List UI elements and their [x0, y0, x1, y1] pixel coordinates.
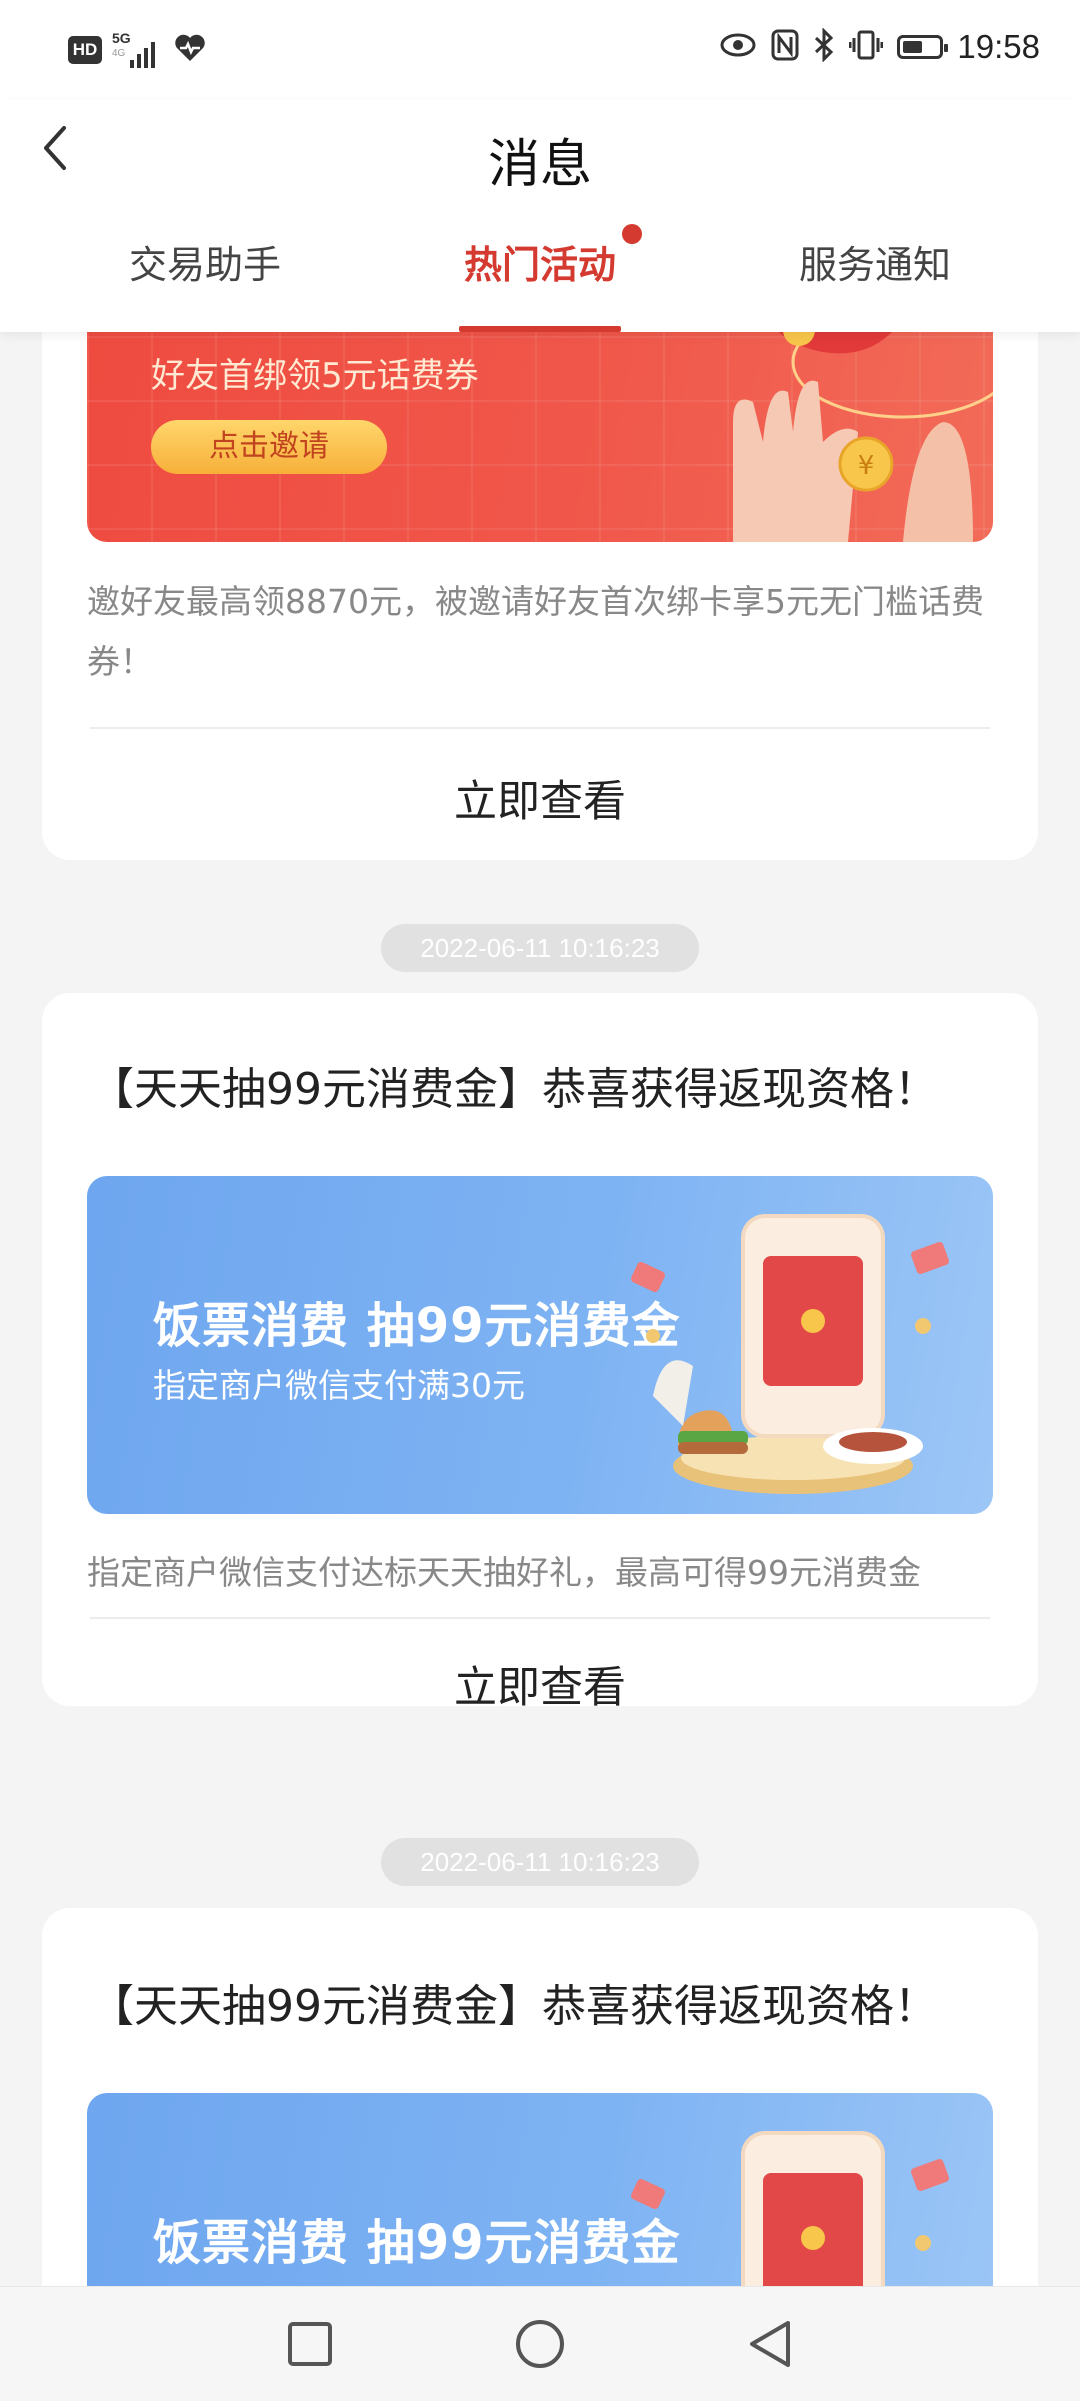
- health-heart-icon: [174, 33, 206, 67]
- eye-icon: [719, 31, 757, 63]
- svg-text:¥: ¥: [858, 451, 875, 481]
- nfc-icon: [771, 29, 799, 65]
- system-nav-bar: [0, 2286, 1080, 2401]
- timestamp-badge: 2022-06-11 10:16:23: [381, 924, 699, 972]
- recents-square-icon[interactable]: [250, 2287, 370, 2401]
- divider: [90, 1617, 990, 1619]
- battery-icon: [897, 35, 949, 59]
- bluetooth-icon: [813, 27, 835, 66]
- tab-hot-activities[interactable]: 热门活动: [440, 230, 640, 332]
- message-card: 【天天抽99元消费金】恭喜获得返现资格！ 饭票消费 抽99元消费金 指定商户微信…: [42, 993, 1038, 1706]
- page-title: 消息: [487, 135, 592, 195]
- divider: [90, 727, 990, 729]
- tab-bar: 交易助手 热门活动 服务通知: [0, 230, 1080, 332]
- promo-banner-consumption[interactable]: 饭票消费 抽99元消费金 指定商户微信支付满30元: [87, 1176, 993, 1514]
- view-now-button[interactable]: 立即查看: [42, 1653, 1038, 1706]
- signal-icon: 5G 4G: [112, 30, 164, 70]
- banner-headline: 饭票消费 抽99元消费金: [153, 2215, 681, 2271]
- tab-trade-assistant[interactable]: 交易助手: [100, 230, 310, 332]
- banner-headline: 饭票消费 抽99元消费金: [153, 1298, 681, 1354]
- status-left-icons: HD 5G 4G: [68, 30, 206, 70]
- active-tab-indicator: [459, 326, 621, 332]
- clock: 19:58: [957, 28, 1040, 65]
- banner-text: 好友首绑领5元话费券: [151, 356, 479, 396]
- card-title: 【天天抽99元消费金】恭喜获得返现资格！: [90, 1981, 938, 2032]
- home-circle-icon[interactable]: [480, 2287, 600, 2401]
- card-description: 邀好友最高领8870元，被邀请好友首次绑卡享5元无门槛话费券！: [87, 582, 984, 681]
- invite-button[interactable]: 点击邀请: [151, 420, 387, 474]
- page-header: 消息 交易助手 热门活动 服务通知: [0, 100, 1080, 332]
- back-triangle-icon[interactable]: [710, 2287, 830, 2401]
- message-card: 【天天抽99元消费金】恭喜获得返现资格！ 饭票消费 抽99元消费金 指定商户微信…: [42, 1908, 1038, 2328]
- view-now-button[interactable]: 立即查看: [42, 767, 1038, 829]
- hd-badge: HD: [68, 36, 102, 64]
- card-title: 【天天抽99元消费金】恭喜获得返现资格！: [90, 1064, 938, 1115]
- banner-subline: 指定商户微信支付满30元: [153, 1366, 525, 1405]
- vibrate-icon: [848, 29, 884, 65]
- message-card: 好友首绑领5元话费券 点击邀请 ¥ 邀好友最高领8870元，被邀请好友首次绑卡享…: [42, 272, 1038, 860]
- unread-dot: [622, 224, 642, 244]
- tab-service-notice[interactable]: 服务通知: [770, 230, 980, 332]
- card-description: 指定商户微信支付达标天天抽好礼，最高可得99元消费金: [87, 1553, 921, 1592]
- status-bar: HD 5G 4G 19:58: [0, 0, 1080, 100]
- timestamp-badge: 2022-06-11 10:16:23: [381, 1838, 699, 1886]
- status-right-icons: 19:58: [719, 27, 1040, 66]
- phone-redpacket-illustration: [631, 1214, 949, 1494]
